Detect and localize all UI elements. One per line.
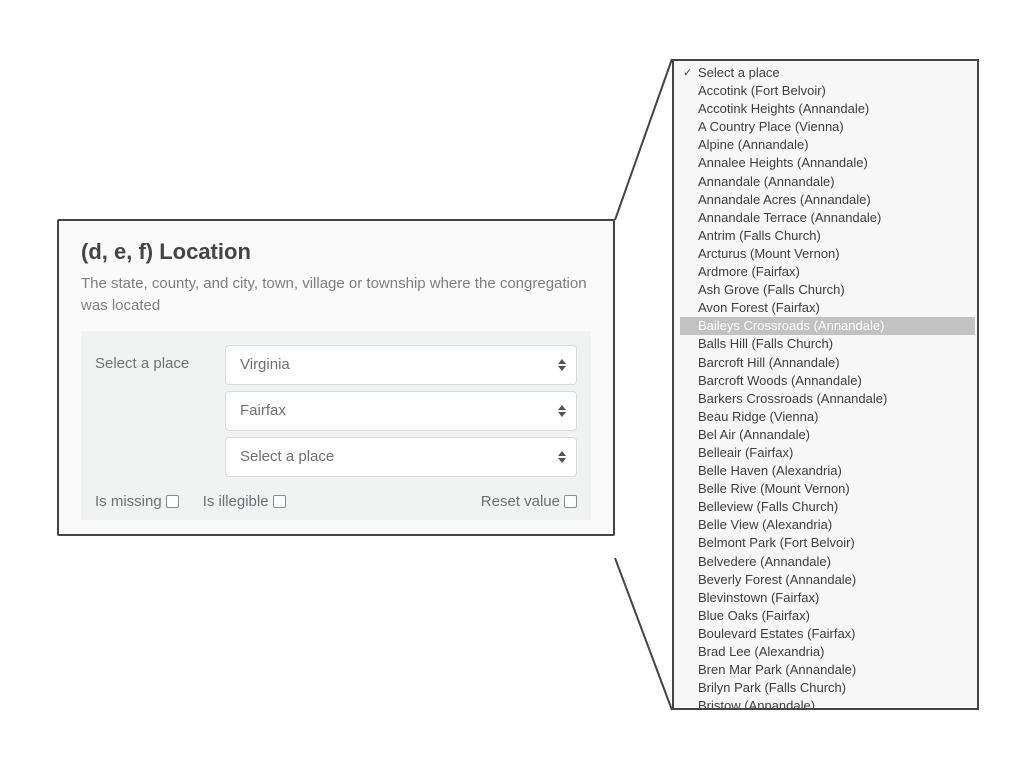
dropdown-item[interactable]: Belleair (Fairfax) [680,444,975,462]
dropdown-item[interactable]: Brad Lee (Alexandria) [680,643,975,661]
state-select[interactable]: Virginia [225,345,577,385]
dropdown-item[interactable]: Blue Oaks (Fairfax) [680,607,975,625]
dropdown-item[interactable]: Beverly Forest (Annandale) [680,571,975,589]
dropdown-item[interactable]: Accotink Heights (Annandale) [680,100,975,118]
dropdown-item[interactable]: Avon Forest (Fairfax) [680,299,975,317]
dropdown-item[interactable]: Belvedere (Annandale) [680,553,975,571]
dropdown-item[interactable]: Annandale Terrace (Annandale) [680,209,975,227]
form-row: Select a place Virginia Fairfax [95,345,577,483]
is-missing-checkbox[interactable]: Is missing [95,493,179,510]
dropdown-item[interactable]: Belmont Park (Fort Belvoir) [680,534,975,552]
form-area: Select a place Virginia Fairfax [81,331,591,520]
footer-row: Is missing Is illegible Reset value [95,491,577,510]
dropdown-item[interactable]: Alpine (Annandale) [680,136,975,154]
dropdown-item[interactable]: Baileys Crossroads (Annandale) [680,317,975,335]
county-select[interactable]: Fairfax [225,391,577,431]
dropdown-item[interactable]: Balls Hill (Falls Church) [680,335,975,353]
checkbox-icon [564,495,577,508]
chevron-updown-icon [558,451,566,463]
dropdown-item[interactable]: Accotink (Fort Belvoir) [680,82,975,100]
reset-value-label: Reset value [481,493,560,510]
dropdown-item[interactable]: Blevinstown (Fairfax) [680,589,975,607]
dropdown-item[interactable]: Beau Ridge (Vienna) [680,408,975,426]
dropdown-item[interactable]: Ardmore (Fairfax) [680,263,975,281]
dropdown-item[interactable]: Belleview (Falls Church) [680,498,975,516]
dropdown-item[interactable]: Barcroft Woods (Annandale) [680,372,975,390]
dropdown-item[interactable]: Select a place [680,64,975,82]
select-a-place-label: Select a place [95,345,225,483]
state-select-value: Virginia [240,356,290,373]
dropdown-item[interactable]: Bristow (Annandale) [680,697,975,710]
dropdown-item[interactable]: Antrim (Falls Church) [680,227,975,245]
chevron-updown-icon [558,405,566,417]
dropdown-item[interactable]: Brilyn Park (Falls Church) [680,679,975,697]
dropdown-item[interactable]: Boulevard Estates (Fairfax) [680,625,975,643]
dropdown-item[interactable]: Belle Haven (Alexandria) [680,462,975,480]
dropdown-item[interactable]: Ash Grove (Falls Church) [680,281,975,299]
location-card: (d, e, f) Location The state, county, an… [57,219,615,536]
dropdown-item[interactable]: A Country Place (Vienna) [680,118,975,136]
form-fields: Virginia Fairfax Select a place [225,345,577,483]
is-illegible-checkbox[interactable]: Is illegible [203,493,286,510]
dropdown-item[interactable]: Barkers Crossroads (Annandale) [680,390,975,408]
dropdown-item[interactable]: Annalee Heights (Annandale) [680,154,975,172]
dropdown-item[interactable]: Annandale Acres (Annandale) [680,191,975,209]
place-select-value: Select a place [240,448,334,465]
is-missing-label: Is missing [95,493,162,510]
checkbox-icon [273,495,286,508]
dropdown-item[interactable]: Annandale (Annandale) [680,173,975,191]
card-description: The state, county, and city, town, villa… [81,273,591,317]
is-illegible-label: Is illegible [203,493,269,510]
dropdown-item[interactable]: Barcroft Hill (Annandale) [680,354,975,372]
chevron-updown-icon [558,359,566,371]
dropdown-item[interactable]: Bren Mar Park (Annandale) [680,661,975,679]
card-title: (d, e, f) Location [81,239,591,265]
reset-value-checkbox[interactable]: Reset value [481,493,577,510]
dropdown-item[interactable]: Belle Rive (Mount Vernon) [680,480,975,498]
county-select-value: Fairfax [240,402,286,419]
place-select[interactable]: Select a place [225,437,577,477]
place-dropdown-list[interactable]: Select a placeAccotink (Fort Belvoir)Acc… [672,59,979,710]
dropdown-item[interactable]: Arcturus (Mount Vernon) [680,245,975,263]
dropdown-item[interactable]: Bel Air (Annandale) [680,426,975,444]
checkbox-icon [166,495,179,508]
dropdown-item[interactable]: Belle View (Alexandria) [680,516,975,534]
